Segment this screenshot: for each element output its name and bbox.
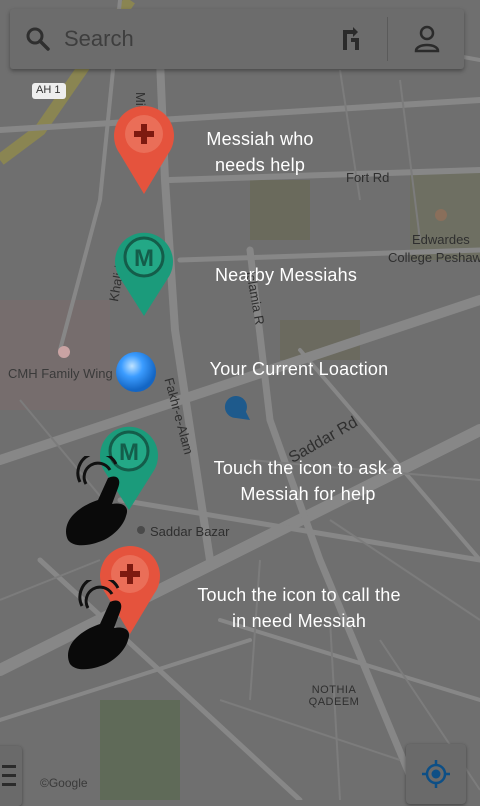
map-label-cmh: CMH Family Wing [8,366,113,381]
search-bar-divider [387,17,388,61]
search-icon[interactable] [24,25,52,53]
search-bar[interactable]: Search [10,9,464,69]
hand-pointer-icon [68,580,130,670]
legend-ask-help: Touch the icon to ask a Messiah for help [213,458,403,504]
map-label-edwardes: Edwardes [412,232,470,247]
search-input[interactable]: Search [64,26,337,52]
map-label-nothia-qadeem: NOTHIA QADEEM [308,684,360,708]
legend-current-location: Your Current Loaction [209,359,389,379]
map-label-college: College Peshaw [388,250,480,265]
nearby-messiah-pin[interactable]: M [113,228,175,318]
my-location-icon [422,760,450,788]
account-icon[interactable] [412,24,442,54]
help-needed-pin[interactable] [112,104,176,196]
directions-icon[interactable] [337,24,367,54]
map-copyright: ©Google [40,776,88,790]
road-shield-ah1: AH 1 [36,84,61,96]
hand-pointer-icon [66,456,128,546]
legend-help-needed: Messiah who needs help [206,129,314,175]
menu-icon [2,765,16,786]
legend-nearby: Nearby Messiahs [214,265,358,285]
my-location-button[interactable] [406,744,466,804]
menu-button[interactable] [0,746,22,806]
map-view[interactable] [0,0,480,800]
map-label-fort-rd: Fort Rd [346,170,390,185]
legend-call-in-need: Touch the icon to call the in need Messi… [197,585,401,631]
current-location-dot [116,352,156,392]
messiah-m-icon: M [134,245,154,272]
map-label-saddar-bazar: Saddar Bazar [150,524,230,539]
